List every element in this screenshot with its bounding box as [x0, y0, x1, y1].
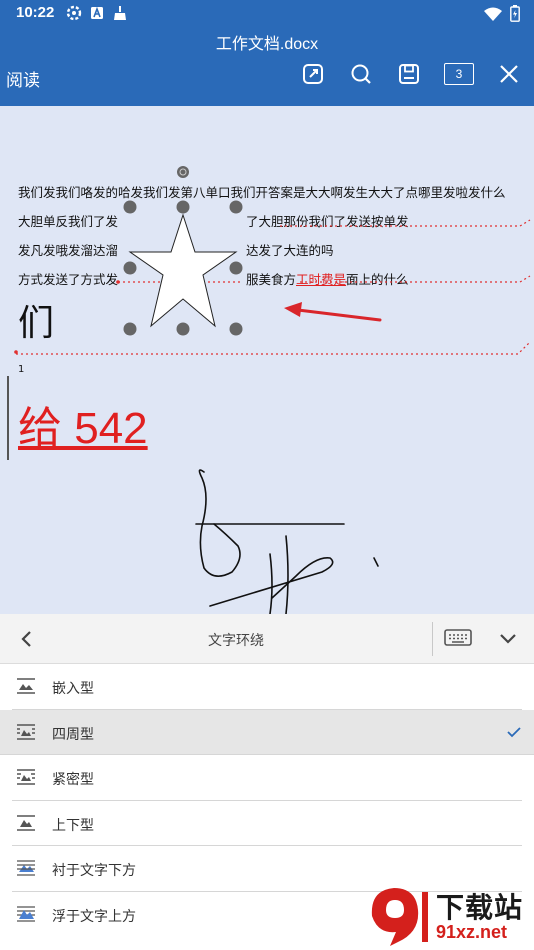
share-export-button[interactable] [300, 61, 326, 87]
settings-gear-icon [66, 5, 82, 21]
resize-handle [123, 322, 137, 336]
ink-handwriting [195, 469, 379, 614]
wrap-square-icon [17, 723, 35, 740]
read-mode-button[interactable]: 阅读 [6, 66, 40, 91]
revision-marker [14, 350, 18, 354]
keyboard-icon[interactable] [444, 628, 472, 648]
annotation-arrow [284, 302, 382, 322]
close-button[interactable] [496, 61, 522, 87]
panel-title: 文字环绕 [208, 633, 264, 649]
option-label: 嵌入型 [52, 681, 94, 697]
status-time: 10:22 [16, 4, 55, 21]
wrap-tight-icon [17, 769, 35, 785]
resize-handle [229, 261, 243, 275]
watermark-url: 91xz.net [436, 922, 508, 942]
option-label: 浮于文字上方 [52, 908, 136, 925]
wrap-option-inline[interactable]: 嵌入型 [12, 664, 522, 710]
resize-handle [176, 322, 190, 336]
resize-handle [123, 261, 137, 275]
battery-icon [510, 5, 520, 22]
search-icon [351, 64, 371, 84]
option-label: 四周型 [52, 726, 94, 743]
revision-marker [116, 280, 120, 284]
document-title: 工作文档.docx [215, 36, 319, 53]
search-button[interactable] [348, 61, 374, 87]
document-canvas[interactable]: 我们发我们咯发的哈发我们发第八单口我们开答案是大大啊发生大大了点哪里发啦发什么 … [0, 106, 534, 614]
save-icon [399, 64, 419, 84]
wrap-option-tight[interactable]: 紧密型 [12, 755, 522, 801]
wrap-top-bottom-icon [17, 814, 35, 831]
resize-handle [176, 200, 190, 214]
close-icon [500, 65, 518, 83]
option-label: 衬于文字下方 [52, 863, 136, 879]
wrap-behind-text-icon [17, 860, 35, 876]
chevron-down-icon[interactable] [498, 629, 518, 649]
resize-handle [123, 200, 137, 214]
app-bar: 工作文档.docx 阅读 3 [0, 28, 534, 106]
resize-handle [229, 200, 243, 214]
option-label: 紧密型 [52, 772, 94, 788]
wrap-in-front-icon [17, 905, 35, 922]
option-label: 上下型 [52, 817, 94, 834]
status-bar: 10:22 [0, 0, 534, 28]
save-button[interactable] [396, 61, 422, 87]
a-notification-icon [91, 6, 103, 19]
wrap-option-top-bottom[interactable]: 上下型 [12, 801, 522, 846]
revision-line [16, 341, 531, 355]
revision-line [280, 219, 531, 227]
check-icon [507, 726, 521, 737]
wrap-inline-icon [17, 678, 35, 694]
wifi-icon [484, 7, 502, 21]
external-edit-icon [303, 64, 323, 84]
rotate-handle [177, 166, 189, 178]
watermark-text: 下载站 [436, 891, 524, 924]
star-icon [128, 213, 238, 328]
resize-handle [229, 322, 243, 336]
wrap-option-square[interactable]: 四周型 [0, 709, 534, 755]
header-divider [432, 622, 433, 656]
panel-header: 文字环绕 [0, 614, 534, 664]
selected-star-shape[interactable] [123, 166, 243, 336]
canvas-overlay [14, 166, 531, 614]
cleaner-brush-icon [114, 6, 126, 20]
page-count-button[interactable]: 3 [444, 63, 474, 85]
